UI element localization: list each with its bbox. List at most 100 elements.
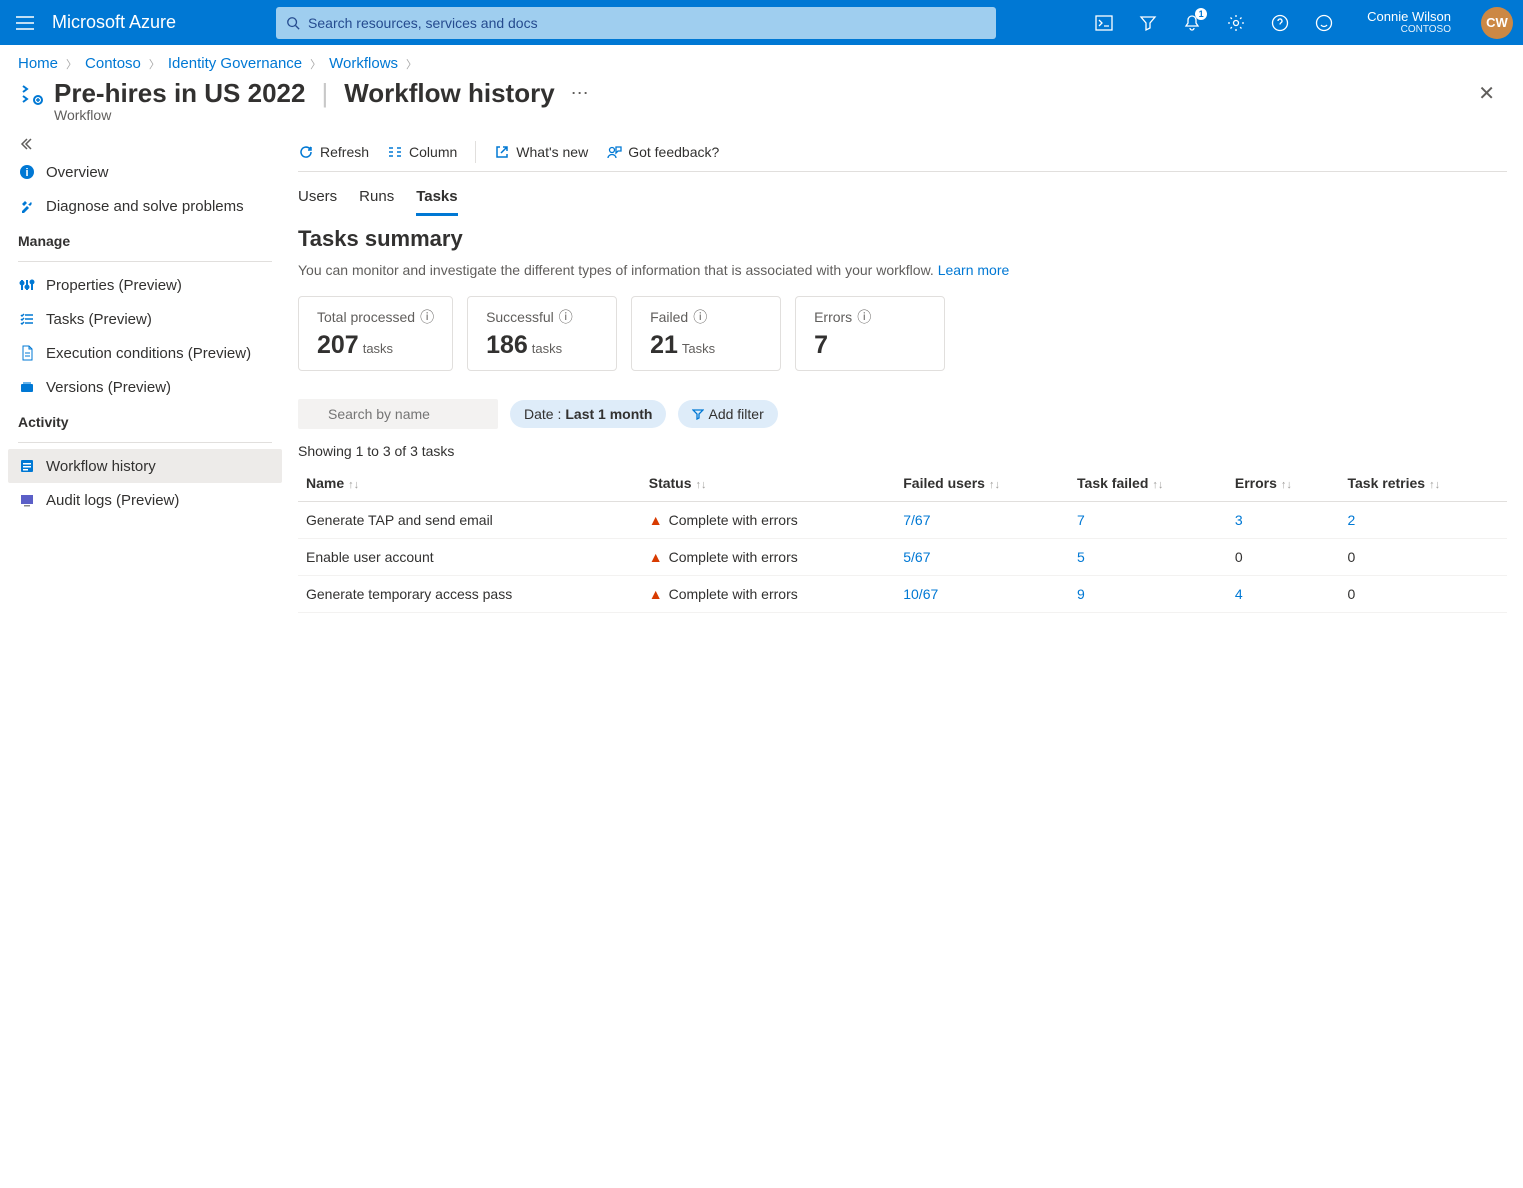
page-subtitle: Workflow bbox=[0, 107, 1523, 123]
cell-status: ▲Complete with errors bbox=[641, 502, 896, 539]
col-task-failed[interactable]: Task failed↑↓ bbox=[1069, 465, 1227, 502]
col-task-retries[interactable]: Task retries↑↓ bbox=[1339, 465, 1507, 502]
properties-icon bbox=[18, 276, 36, 294]
cell-name: Generate TAP and send email bbox=[298, 502, 641, 539]
sidebar-item-label: Workflow history bbox=[46, 458, 156, 475]
tab-tasks[interactable]: Tasks bbox=[416, 182, 457, 216]
cell-task-failed[interactable]: 9 bbox=[1069, 576, 1227, 613]
svg-text:i: i bbox=[25, 167, 28, 179]
external-link-icon bbox=[494, 144, 510, 160]
feedback-button[interactable]: Got feedback? bbox=[606, 144, 719, 160]
col-errors[interactable]: Errors↑↓ bbox=[1227, 465, 1340, 502]
refresh-icon bbox=[298, 144, 314, 160]
collapse-sidebar-icon[interactable] bbox=[8, 133, 282, 155]
more-actions-icon[interactable]: ⋯ bbox=[571, 83, 590, 104]
card-errors[interactable]: Errorsⓘ 7 bbox=[795, 296, 945, 371]
sidebar-item-execution[interactable]: Execution conditions (Preview) bbox=[8, 336, 282, 370]
showing-count: Showing 1 to 3 of 3 tasks bbox=[298, 443, 1507, 459]
toolbar: Refresh Column What's new Got feedback? bbox=[298, 133, 1507, 172]
filter-icon[interactable] bbox=[1137, 12, 1159, 34]
sidebar-item-tasks[interactable]: Tasks (Preview) bbox=[8, 302, 282, 336]
cell-errors[interactable]: 4 bbox=[1227, 576, 1340, 613]
cell-failed-users[interactable]: 10/67 bbox=[895, 576, 1069, 613]
cell-errors[interactable]: 3 bbox=[1227, 502, 1340, 539]
settings-icon[interactable] bbox=[1225, 12, 1247, 34]
info-outline-icon: ⓘ bbox=[420, 307, 434, 327]
cell-retries[interactable]: 2 bbox=[1339, 502, 1507, 539]
column-icon bbox=[387, 144, 403, 160]
table-row[interactable]: Generate TAP and send email▲Complete wit… bbox=[298, 502, 1507, 539]
cell-task-failed[interactable]: 7 bbox=[1069, 502, 1227, 539]
info-outline-icon: ⓘ bbox=[693, 307, 707, 327]
date-filter-pill[interactable]: Date : Last 1 month bbox=[510, 400, 666, 428]
col-name[interactable]: Name↑↓ bbox=[298, 465, 641, 502]
sidebar-item-workflow-history[interactable]: Workflow history bbox=[8, 449, 282, 483]
cell-failed-users[interactable]: 7/67 bbox=[895, 502, 1069, 539]
sidebar-group-activity: Activity bbox=[8, 404, 282, 436]
sidebar-item-overview[interactable]: i Overview bbox=[8, 155, 282, 189]
table-row[interactable]: Generate temporary access pass▲Complete … bbox=[298, 576, 1507, 613]
tabs: Users Runs Tasks bbox=[298, 172, 1507, 216]
breadcrumb-item[interactable]: Workflows bbox=[329, 55, 398, 72]
col-failed-users[interactable]: Failed users↑↓ bbox=[895, 465, 1069, 502]
global-search-input[interactable] bbox=[308, 15, 986, 31]
sidebar-group-manage: Manage bbox=[8, 223, 282, 255]
breadcrumb: Home〉 Contoso〉 Identity Governance〉 Work… bbox=[0, 45, 1523, 74]
filter-add-icon bbox=[692, 408, 704, 420]
user-tenant: CONTOSO bbox=[1401, 24, 1451, 36]
learn-more-link[interactable]: Learn more bbox=[938, 262, 1010, 278]
breadcrumb-item[interactable]: Home bbox=[18, 55, 58, 72]
summary-cards: Total processedⓘ 207tasks Successfulⓘ 18… bbox=[298, 296, 1507, 371]
page-section: Workflow history bbox=[344, 78, 554, 109]
sidebar-item-diagnose[interactable]: Diagnose and solve problems bbox=[8, 189, 282, 223]
sidebar-item-versions[interactable]: Versions (Preview) bbox=[8, 370, 282, 404]
notifications-icon[interactable]: 1 bbox=[1181, 12, 1203, 34]
feedback-smile-icon[interactable] bbox=[1313, 12, 1335, 34]
top-bar: Microsoft Azure 1 Connie Wilson CONTOSO … bbox=[0, 0, 1523, 45]
col-status[interactable]: Status↑↓ bbox=[641, 465, 896, 502]
close-icon[interactable]: ✕ bbox=[1478, 81, 1505, 106]
sidebar-item-label: Audit logs (Preview) bbox=[46, 492, 179, 509]
brand-label[interactable]: Microsoft Azure bbox=[52, 12, 176, 33]
whats-new-button[interactable]: What's new bbox=[494, 144, 588, 160]
global-search[interactable] bbox=[276, 7, 996, 39]
tab-users[interactable]: Users bbox=[298, 182, 337, 216]
page-title: Pre-hires in US 2022 bbox=[54, 78, 305, 109]
summary-description: You can monitor and investigate the diff… bbox=[298, 262, 1507, 278]
card-failed[interactable]: Failedⓘ 21Tasks bbox=[631, 296, 781, 371]
info-icon: i bbox=[18, 163, 36, 181]
doc-icon bbox=[18, 344, 36, 362]
title-bar: Pre-hires in US 2022 | Workflow history … bbox=[0, 74, 1523, 109]
sidebar-item-label: Tasks (Preview) bbox=[46, 311, 152, 328]
user-block[interactable]: Connie Wilson CONTOSO bbox=[1367, 9, 1451, 37]
cell-status: ▲Complete with errors bbox=[641, 539, 896, 576]
cell-failed-users[interactable]: 5/67 bbox=[895, 539, 1069, 576]
tasks-table: Name↑↓ Status↑↓ Failed users↑↓ Task fail… bbox=[298, 465, 1507, 613]
column-button[interactable]: Column bbox=[387, 144, 457, 160]
warning-icon: ▲ bbox=[649, 549, 663, 565]
refresh-button[interactable]: Refresh bbox=[298, 144, 369, 160]
add-filter-button[interactable]: Add filter bbox=[678, 400, 777, 428]
avatar[interactable]: CW bbox=[1481, 7, 1513, 39]
sidebar-item-label: Properties (Preview) bbox=[46, 277, 182, 294]
hamburger-menu-icon[interactable] bbox=[10, 8, 40, 38]
tasks-icon bbox=[18, 310, 36, 328]
breadcrumb-item[interactable]: Identity Governance bbox=[168, 55, 302, 72]
search-by-name-input[interactable] bbox=[298, 399, 498, 429]
sidebar-item-label: Versions (Preview) bbox=[46, 379, 171, 396]
cell-status: ▲Complete with errors bbox=[641, 576, 896, 613]
breadcrumb-item[interactable]: Contoso bbox=[85, 55, 141, 72]
info-outline-icon: ⓘ bbox=[559, 307, 573, 327]
help-icon[interactable] bbox=[1269, 12, 1291, 34]
tab-runs[interactable]: Runs bbox=[359, 182, 394, 216]
cell-task-failed[interactable]: 5 bbox=[1069, 539, 1227, 576]
sidebar-item-audit-logs[interactable]: Audit logs (Preview) bbox=[8, 483, 282, 517]
cloud-shell-icon[interactable] bbox=[1093, 12, 1115, 34]
audit-icon bbox=[18, 491, 36, 509]
search-icon bbox=[286, 16, 300, 30]
card-total-processed[interactable]: Total processedⓘ 207tasks bbox=[298, 296, 453, 371]
card-successful[interactable]: Successfulⓘ 186tasks bbox=[467, 296, 617, 371]
cell-retries: 0 bbox=[1339, 576, 1507, 613]
sidebar-item-properties[interactable]: Properties (Preview) bbox=[8, 268, 282, 302]
table-row[interactable]: Enable user account▲Complete with errors… bbox=[298, 539, 1507, 576]
